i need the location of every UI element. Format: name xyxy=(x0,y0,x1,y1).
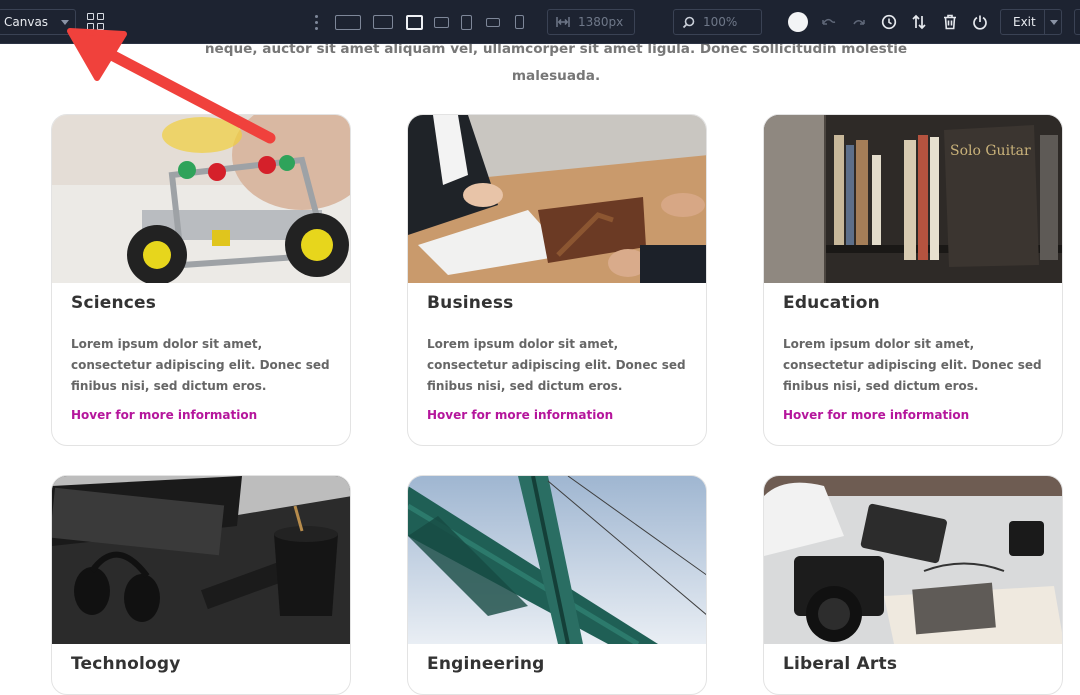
chevron-down-icon[interactable] xyxy=(1050,20,1058,25)
card-description: Lorem ipsum dolor sit amet, consectetur … xyxy=(427,337,686,393)
mobile-landscape-icon[interactable] xyxy=(485,12,501,32)
undo-icon[interactable] xyxy=(819,12,839,32)
book-cover-text: Solo Guitar xyxy=(950,143,1031,159)
course-card-business[interactable]: Business Lorem ipsum dolor sit amet, con… xyxy=(407,114,707,446)
card-title: Business xyxy=(427,293,514,313)
zoom-value: 100% xyxy=(703,15,738,29)
editor-toolbar: Canvas 1380px 100% Exit xyxy=(0,0,1080,44)
canvas-width-value: 1380px xyxy=(578,15,624,29)
card-description: Lorem ipsum dolor sit amet, consectetur … xyxy=(783,337,1042,393)
steel-bridge-image xyxy=(408,476,706,644)
course-card-education[interactable]: Solo Guitar Education Lorem ipsum dolor … xyxy=(763,114,1063,446)
trash-icon[interactable] xyxy=(940,12,960,32)
canvas-dropdown-label: Canvas xyxy=(4,15,49,29)
tablet-landscape-icon[interactable] xyxy=(432,12,450,32)
card-info-link[interactable]: Hover for more information xyxy=(71,408,257,422)
overflow-button[interactable] xyxy=(1074,9,1080,35)
camera-desk-image xyxy=(764,476,1062,644)
more-options-icon[interactable] xyxy=(311,13,321,31)
mobile-portrait-icon[interactable] xyxy=(513,12,525,32)
exit-button-label: Exit xyxy=(1013,15,1036,29)
card-title: Education xyxy=(783,293,880,313)
redo-icon[interactable] xyxy=(849,12,869,32)
chevron-down-icon xyxy=(61,19,69,25)
robot-toy-image xyxy=(52,115,350,283)
card-title: Technology xyxy=(71,654,181,674)
desktop-icon[interactable] xyxy=(372,12,394,32)
desktop-wide-icon[interactable] xyxy=(334,12,362,32)
card-title: Engineering xyxy=(427,654,545,674)
power-icon[interactable] xyxy=(970,12,990,32)
theme-toggle-icon[interactable] xyxy=(788,12,808,32)
tech-desk-image xyxy=(52,476,350,644)
card-title: Sciences xyxy=(71,293,157,313)
width-arrows-icon xyxy=(556,17,570,27)
search-icon xyxy=(682,16,695,28)
course-card-sciences[interactable]: Sciences Lorem ipsum dolor sit amet, con… xyxy=(51,114,351,446)
card-info-link[interactable]: Hover for more information xyxy=(783,408,969,422)
exit-button[interactable]: Exit xyxy=(1000,9,1062,35)
intro-paragraph: neque, auctor sit amet aliquam vel, ulla… xyxy=(204,41,908,84)
card-description: Lorem ipsum dolor sit amet, consectetur … xyxy=(71,337,330,393)
grid-layout-icon[interactable] xyxy=(86,12,106,32)
course-card-liberal-arts[interactable]: Liberal Arts xyxy=(763,475,1063,695)
laptop-icon[interactable] xyxy=(404,12,424,32)
business-desk-image xyxy=(408,115,706,283)
history-icon[interactable] xyxy=(879,12,899,32)
card-info-link[interactable]: Hover for more information xyxy=(427,408,613,422)
library-shelves-image: Solo Guitar xyxy=(764,115,1062,283)
tablet-portrait-icon[interactable] xyxy=(459,12,473,32)
canvas-width-field[interactable]: 1380px xyxy=(547,9,635,35)
course-card-technology[interactable]: Technology xyxy=(51,475,351,695)
course-card-engineering[interactable]: Engineering xyxy=(407,475,707,695)
zoom-field[interactable]: 100% xyxy=(673,9,762,35)
sort-arrows-icon[interactable] xyxy=(909,12,929,32)
card-title: Liberal Arts xyxy=(783,654,898,674)
canvas-dropdown[interactable]: Canvas xyxy=(0,9,76,35)
